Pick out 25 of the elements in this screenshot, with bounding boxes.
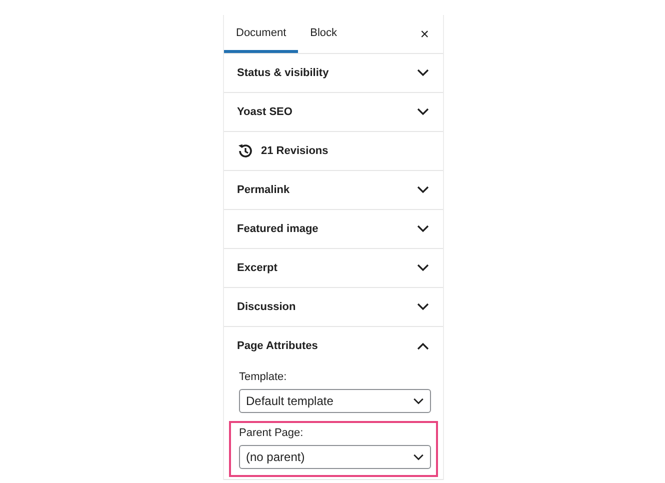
chevron-down-icon bbox=[417, 303, 429, 311]
chevron-down-icon bbox=[413, 398, 424, 404]
chevron-down-icon bbox=[417, 264, 429, 272]
chevron-down-icon bbox=[417, 108, 429, 116]
tab[interactable]: Document bbox=[224, 15, 298, 53]
panel-header[interactable]: Yoast SEO bbox=[224, 93, 443, 131]
select-field[interactable]: Default template bbox=[239, 389, 431, 413]
panel-header[interactable]: Discussion bbox=[224, 288, 443, 326]
panel-header[interactable]: Status & visibility bbox=[224, 54, 443, 92]
chevron-down-icon bbox=[417, 225, 429, 233]
revisions-link[interactable]: 21 Revisions bbox=[224, 132, 443, 170]
field-label: Template: bbox=[239, 371, 288, 383]
panel-header[interactable]: Excerpt bbox=[224, 249, 443, 287]
chevron-up-icon bbox=[417, 342, 429, 350]
panel-header[interactable]: Permalink bbox=[224, 171, 443, 209]
close-button[interactable]: × bbox=[406, 15, 443, 53]
panel-header[interactable]: Page Attributes bbox=[224, 327, 443, 365]
field-label: Parent Page: bbox=[239, 427, 304, 439]
tab[interactable]: Block bbox=[298, 15, 350, 53]
panel-header[interactable]: Featured image bbox=[224, 210, 443, 248]
chevron-down-icon bbox=[413, 454, 424, 460]
chevron-down-icon bbox=[417, 186, 429, 194]
chevron-down-icon bbox=[417, 69, 429, 77]
select-field[interactable]: (no parent) bbox=[239, 445, 431, 469]
history-icon bbox=[237, 143, 253, 159]
